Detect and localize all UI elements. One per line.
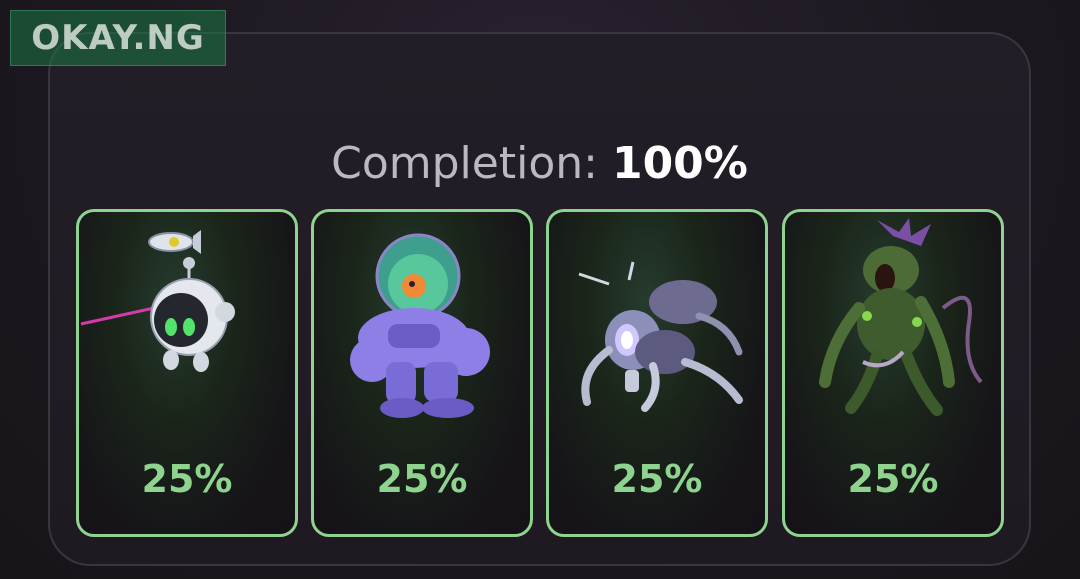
spider-bot-icon: [578, 261, 743, 412]
robot-drone-icon: [80, 230, 235, 372]
collectible-card-2[interactable]: 25%: [311, 209, 533, 537]
card-percent: 25%: [141, 457, 233, 501]
card-percent: 25%: [847, 457, 939, 501]
completion-heading: Completion: 100%: [50, 138, 1029, 190]
collectible-card-1[interactable]: 25%: [76, 209, 298, 537]
watermark-logo: OKAY.NG: [10, 10, 226, 66]
astronaut-robot-icon: [350, 233, 490, 418]
collectible-card-3[interactable]: 25%: [546, 209, 768, 537]
mutant-creature-icon: [819, 218, 983, 416]
completion-value: 100%: [611, 138, 748, 189]
collectible-card-4[interactable]: 25%: [782, 209, 1004, 537]
watermark-text: OKAY.NG: [31, 18, 205, 58]
completion-label: Completion:: [331, 138, 598, 189]
card-percent: 25%: [611, 457, 703, 501]
card-percent: 25%: [376, 457, 468, 501]
